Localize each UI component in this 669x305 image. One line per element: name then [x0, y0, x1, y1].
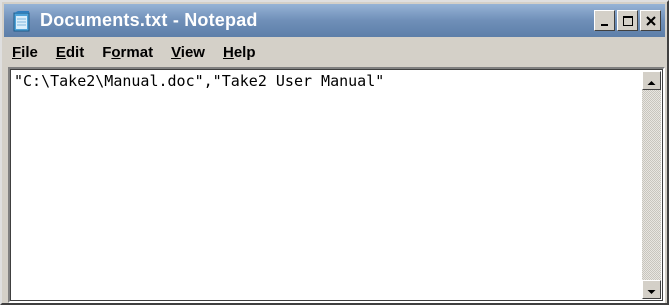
text-editor[interactable]: "C:\Take2\Manual.doc","Take2 User Manual… [8, 67, 665, 303]
notepad-icon[interactable] [12, 10, 32, 32]
maximize-button[interactable] [617, 10, 638, 31]
arrow-down-icon [647, 280, 656, 299]
caption-buttons [594, 10, 661, 31]
arrow-up-icon [647, 71, 656, 90]
close-icon [645, 15, 657, 27]
menu-format[interactable]: Format [93, 44, 162, 61]
menu-edit[interactable]: Edit [47, 44, 93, 61]
scroll-up-button[interactable] [642, 71, 661, 90]
window-title: Documents.txt - Notepad [40, 10, 258, 30]
minimize-icon [599, 15, 611, 27]
close-button[interactable] [640, 10, 661, 31]
scroll-down-button[interactable] [642, 280, 661, 299]
vertical-scrollbar[interactable] [642, 71, 661, 299]
minimize-button[interactable] [594, 10, 615, 31]
menu-help[interactable]: Help [214, 44, 265, 61]
menu-file[interactable]: File [4, 44, 47, 61]
menu-view[interactable]: View [162, 44, 214, 61]
editor-text[interactable]: "C:\Take2\Manual.doc","Take2 User Manual… [14, 72, 384, 90]
menu-bar: File Edit Format View Help [4, 39, 665, 65]
title-bar[interactable]: Documents.txt - Notepad [4, 4, 665, 37]
maximize-icon [622, 15, 634, 27]
notepad-window: Documents.txt - Notepad File Edit Format [0, 0, 669, 305]
